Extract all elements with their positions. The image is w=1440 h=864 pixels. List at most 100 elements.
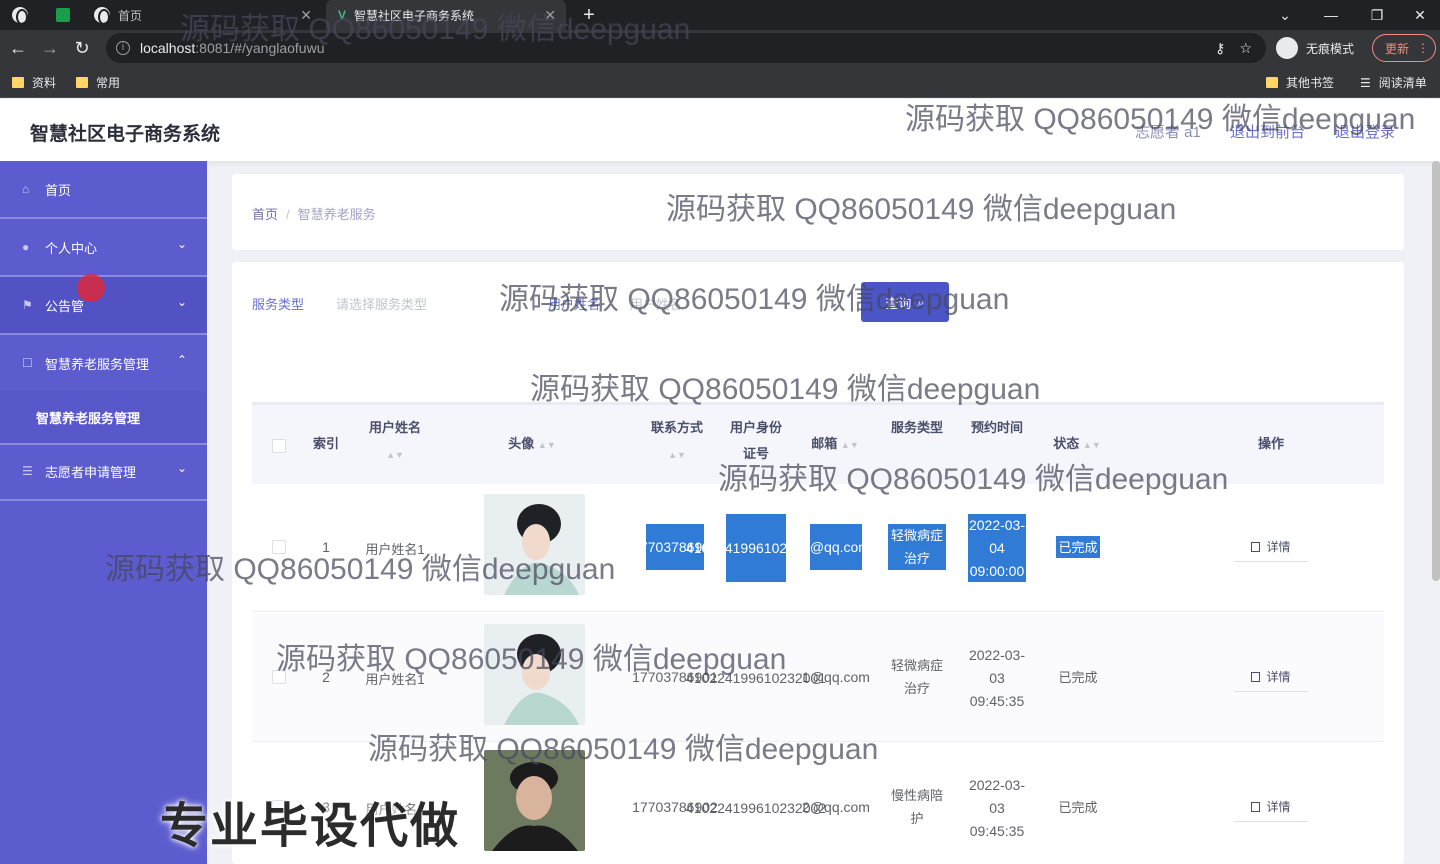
pinned-tab[interactable] [46,0,80,30]
reading-list-icon: ☰ [1360,75,1371,90]
row-checkbox[interactable] [272,540,286,554]
restore-icon[interactable]: ❐ [1354,0,1400,30]
key-icon[interactable]: ⚷ [1215,40,1225,57]
cell-id-card: 410224199610232002 [685,799,827,816]
home-icon: ⌂ [22,182,30,196]
row-checkbox[interactable] [272,670,286,684]
col-avatar[interactable]: 头像 ▲▼ [482,431,582,458]
detail-button[interactable]: 详情 [1234,792,1308,822]
cell-email: 1@qq.com [802,668,870,685]
col-status[interactable]: 状态 ▲▼ [1042,431,1112,458]
bookmark-folder[interactable]: 常用 [76,74,120,91]
col-email-label: 邮箱 [811,436,838,451]
service-type-label: 服务类型 [252,297,305,312]
service-type-select[interactable]: 请选择服务类型 [336,294,427,313]
app-title: 智慧社区电子商务系统 [30,124,221,145]
detail-button[interactable]: 详情 [1234,532,1308,562]
breadcrumb-current: 智慧养老服务 [297,207,376,222]
browser-menu-icon[interactable] [0,0,46,30]
table-row[interactable]: 1 用户姓名1 17703786901 410224199610232001 1… [252,484,1384,612]
other-bookmarks[interactable]: 其他书签 [1266,74,1334,91]
star-icon[interactable]: ☆ [1239,40,1252,57]
cell-user-name: 用户姓名1 [365,671,425,687]
sidebar-item-label: 公告管 [45,298,85,314]
col-contact[interactable]: 联系方式 ▲▼ [642,415,712,468]
bookmark-label: 常用 [96,76,121,90]
cell-status: 已完成 [1058,669,1098,685]
col-index[interactable]: 索引 [306,431,346,457]
update-button[interactable]: 更新 ⋮ [1372,34,1436,62]
reading-list[interactable]: ☰ 阅读清单 [1360,74,1427,91]
more-icon: ⋮ [1417,41,1430,55]
url-input[interactable]: i localhost :8081/#/yanglaofuwu ⚷ ☆ [106,33,1266,63]
sidebar-item-elderly-service[interactable]: ☐ 智慧养老服务管理 ⌃ 智慧养老服务管理 [0,335,207,445]
bookmark-label: 其他书签 [1286,76,1335,90]
col-user-name-label: 用户姓名 [368,420,421,435]
close-tab-icon[interactable]: ✕ [300,7,312,24]
logout-link[interactable]: 退出登录 [1335,121,1395,142]
cell-id-card: 410224199610232001 [685,669,827,686]
sidebar-item-label: 志愿者申请管理 [45,464,137,480]
page-scrollbar[interactable] [1432,161,1440,581]
bookmark-folder[interactable]: 资料 [12,74,56,91]
breadcrumb-home[interactable]: 首页 [252,207,278,222]
tab-label: 首页 [118,8,143,23]
cell-email: 2@qq.com [802,798,870,815]
main-card: 服务类型 请选择服务类型 用户姓名 用户姓名 查询 ⌕ 索引 用户姓名 ▲▼ 头像… [232,262,1404,864]
globe-icon [12,7,28,25]
tab-search-icon[interactable]: ⌄ [1262,0,1308,30]
col-id-card[interactable]: 用户身份证号 [724,415,788,467]
sidebar-item-label: 个人中心 [45,240,98,256]
sort-icon: ▲▼ [1082,440,1101,450]
sidebar-subitem-elderly-service[interactable]: 智慧养老服务管理 [0,391,207,443]
forward-arrow-icon[interactable]: → [38,36,62,60]
avatar [484,494,585,595]
update-label: 更新 [1385,41,1410,56]
detail-button[interactable]: 详情 [1234,662,1308,692]
document-icon [1251,541,1261,552]
tab-home[interactable]: 首页 ✕ [82,0,322,30]
table-row[interactable]: 2 用户姓名1 17703786901 410224199610232001 1… [252,614,1384,742]
breadcrumb-separator: / [286,207,290,222]
folder-icon [1266,77,1278,88]
close-window-icon[interactable]: ✕ [1400,0,1440,30]
query-label: 查询 [885,295,912,311]
close-tab-icon[interactable]: ✕ [544,7,556,24]
current-user: 志愿者 a1 [1135,124,1201,141]
sidebar-item-personal[interactable]: ● 个人中心 ⌄ [0,219,207,277]
incognito-indicator[interactable]: 无痕模式 [1276,34,1354,62]
col-appointment[interactable]: 预约时间 [962,415,1032,441]
user-name-input[interactable]: 用户姓名 [630,294,682,313]
app-header: 智慧社区电子商务系统 志愿者 a1 退出到前台 退出登录 [0,99,1440,161]
cell-appointment: 2022-03-03 09:45:35 [968,776,1026,839]
cell-service-type: 轻微病症治疗 [888,524,946,570]
minimize-icon[interactable]: — [1308,0,1354,30]
cell-service-type: 轻微病症治疗 [890,658,943,696]
cell-id-card: 410224199610232001 [686,514,826,582]
table-header: 索引 用户姓名 ▲▼ 头像 ▲▼ 联系方式 ▲▼ 用户身份证号 邮箱 ▲▼ 服务类型… [252,402,1384,484]
query-button[interactable]: 查询 ⌕ [861,282,949,322]
reload-icon[interactable]: ↻ [70,36,94,60]
back-arrow-icon[interactable]: ← [6,36,30,60]
info-icon[interactable]: i [116,41,130,55]
back-to-front-link[interactable]: 退出到前台 [1230,121,1305,142]
sidebar-item-volunteer[interactable]: ☰ 志愿者申请管理 ⌄ [0,443,207,501]
incognito-label: 无痕模式 [1306,41,1355,56]
col-id-card-label: 用户身份证号 [729,420,782,461]
cell-email: 1@qq.com [802,524,870,570]
tab-app[interactable]: V 智慧社区电子商务系统 ✕ [326,0,566,30]
sidebar: ⌂ 首页 ● 个人中心 ⌄ ⚑ 公告管 ⌄ ☐ 智慧养老服务管理 ⌃ 智慧养老服务管理 … [0,161,207,864]
col-service-type[interactable]: 服务类型 [882,415,952,441]
col-email[interactable]: 邮箱 ▲▼ [800,431,870,458]
sort-icon: ▲▼ [537,440,556,450]
bookmark-label: 阅读清单 [1378,76,1427,90]
browser-tab-bar: 首页 ✕ V 智慧社区电子商务系统 ✕ + ⌄ — ❐ ✕ [0,0,1440,30]
list-icon: ☰ [22,464,33,478]
new-tab-button[interactable]: + [574,0,604,30]
cell-status: 已完成 [1056,536,1100,558]
promo-banner: 专业毕设代做 [160,800,461,853]
sidebar-item-home[interactable]: ⌂ 首页 [0,161,207,219]
url-path: :8081/#/yanglaofuwu [195,40,325,56]
col-user-name[interactable]: 用户姓名 ▲▼ [360,415,430,468]
select-all-checkbox[interactable] [272,439,286,453]
